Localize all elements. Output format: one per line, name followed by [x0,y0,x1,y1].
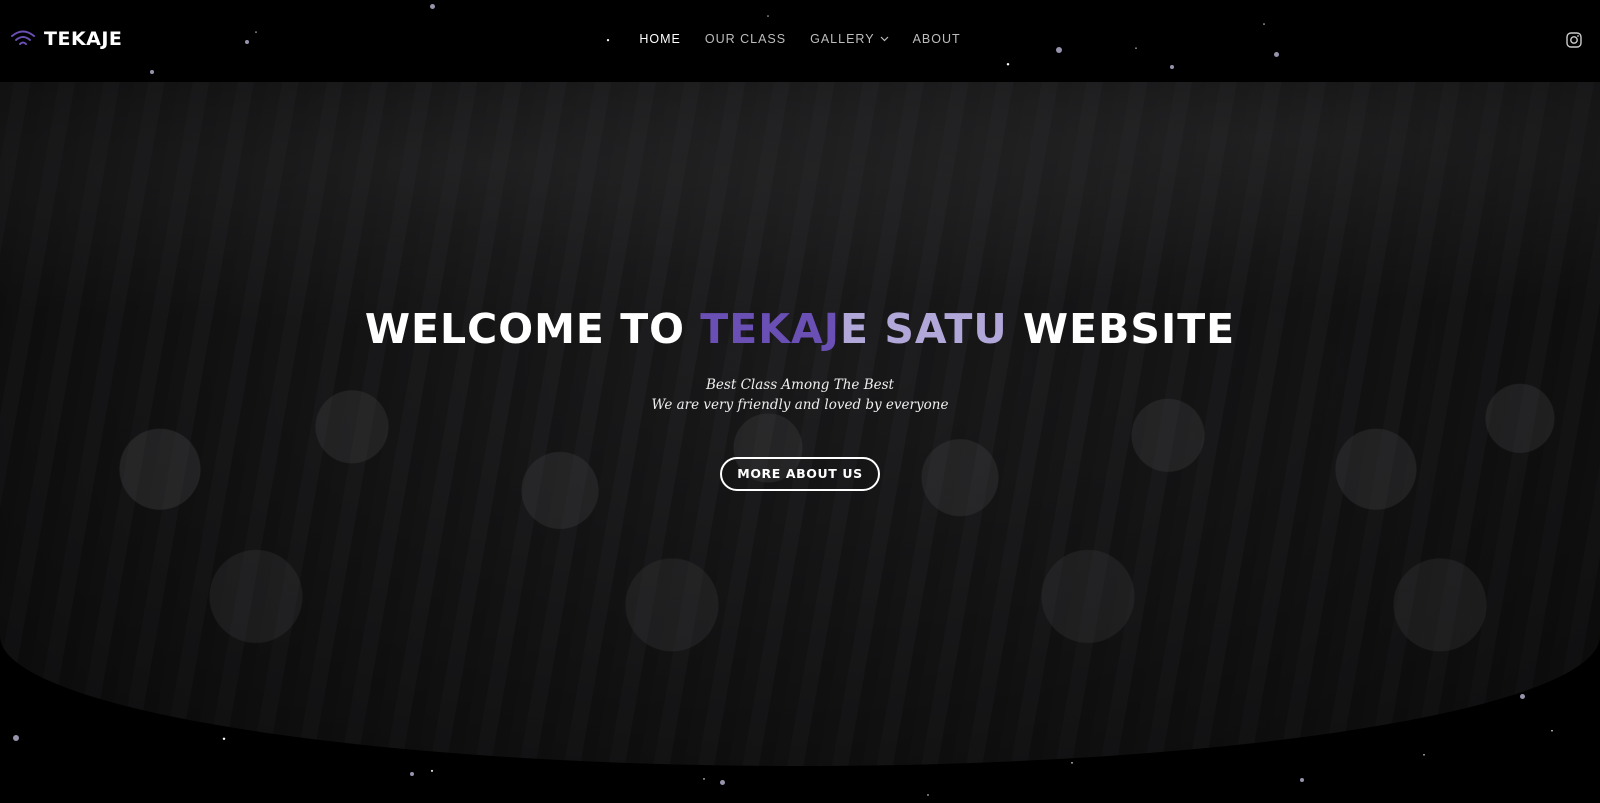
site-header: TEKAJE HOME OUR CLASS GALLERY ABOUT [0,0,1600,82]
hero-subtitle-line: Best Class Among The Best [706,377,894,393]
nav-item-gallery[interactable]: GALLERY [798,30,900,48]
snowflake [410,772,414,776]
chevron-down-icon [880,36,888,42]
hero-title-part: WELCOME TO [364,305,701,353]
main-nav: HOME OUR CLASS GALLERY ABOUT [0,30,1600,48]
hero-title-highlight: E SATU [840,305,1008,353]
hero-title: WELCOME TO TEKAJE SATU WEBSITE [0,305,1600,353]
nav-item-label: ABOUT [912,32,961,46]
nav-item-our-class[interactable]: OUR CLASS [693,30,798,48]
hero-subtitle: Best Class Among The Best We are very fr… [0,375,1600,415]
snowflake [1300,778,1304,782]
more-about-us-button[interactable]: MORE ABOUT US [720,457,880,491]
nav-item-label: OUR CLASS [704,32,787,46]
hero-content: WELCOME TO TEKAJE SATU WEBSITE Best Clas… [0,305,1600,491]
nav-item-label: HOME [639,32,681,46]
nav-item-about[interactable]: ABOUT [901,30,973,48]
snowflake [720,780,725,785]
nav-item-home[interactable]: HOME [627,30,693,48]
hero-subtitle-line: We are very friendly and loved by everyo… [651,397,949,413]
hero-title-highlight: TEKAJ [700,305,841,353]
nav-item-label: GALLERY [810,32,875,46]
hero-title-part: WEBSITE [1007,305,1236,353]
instagram-icon[interactable] [1566,32,1582,48]
